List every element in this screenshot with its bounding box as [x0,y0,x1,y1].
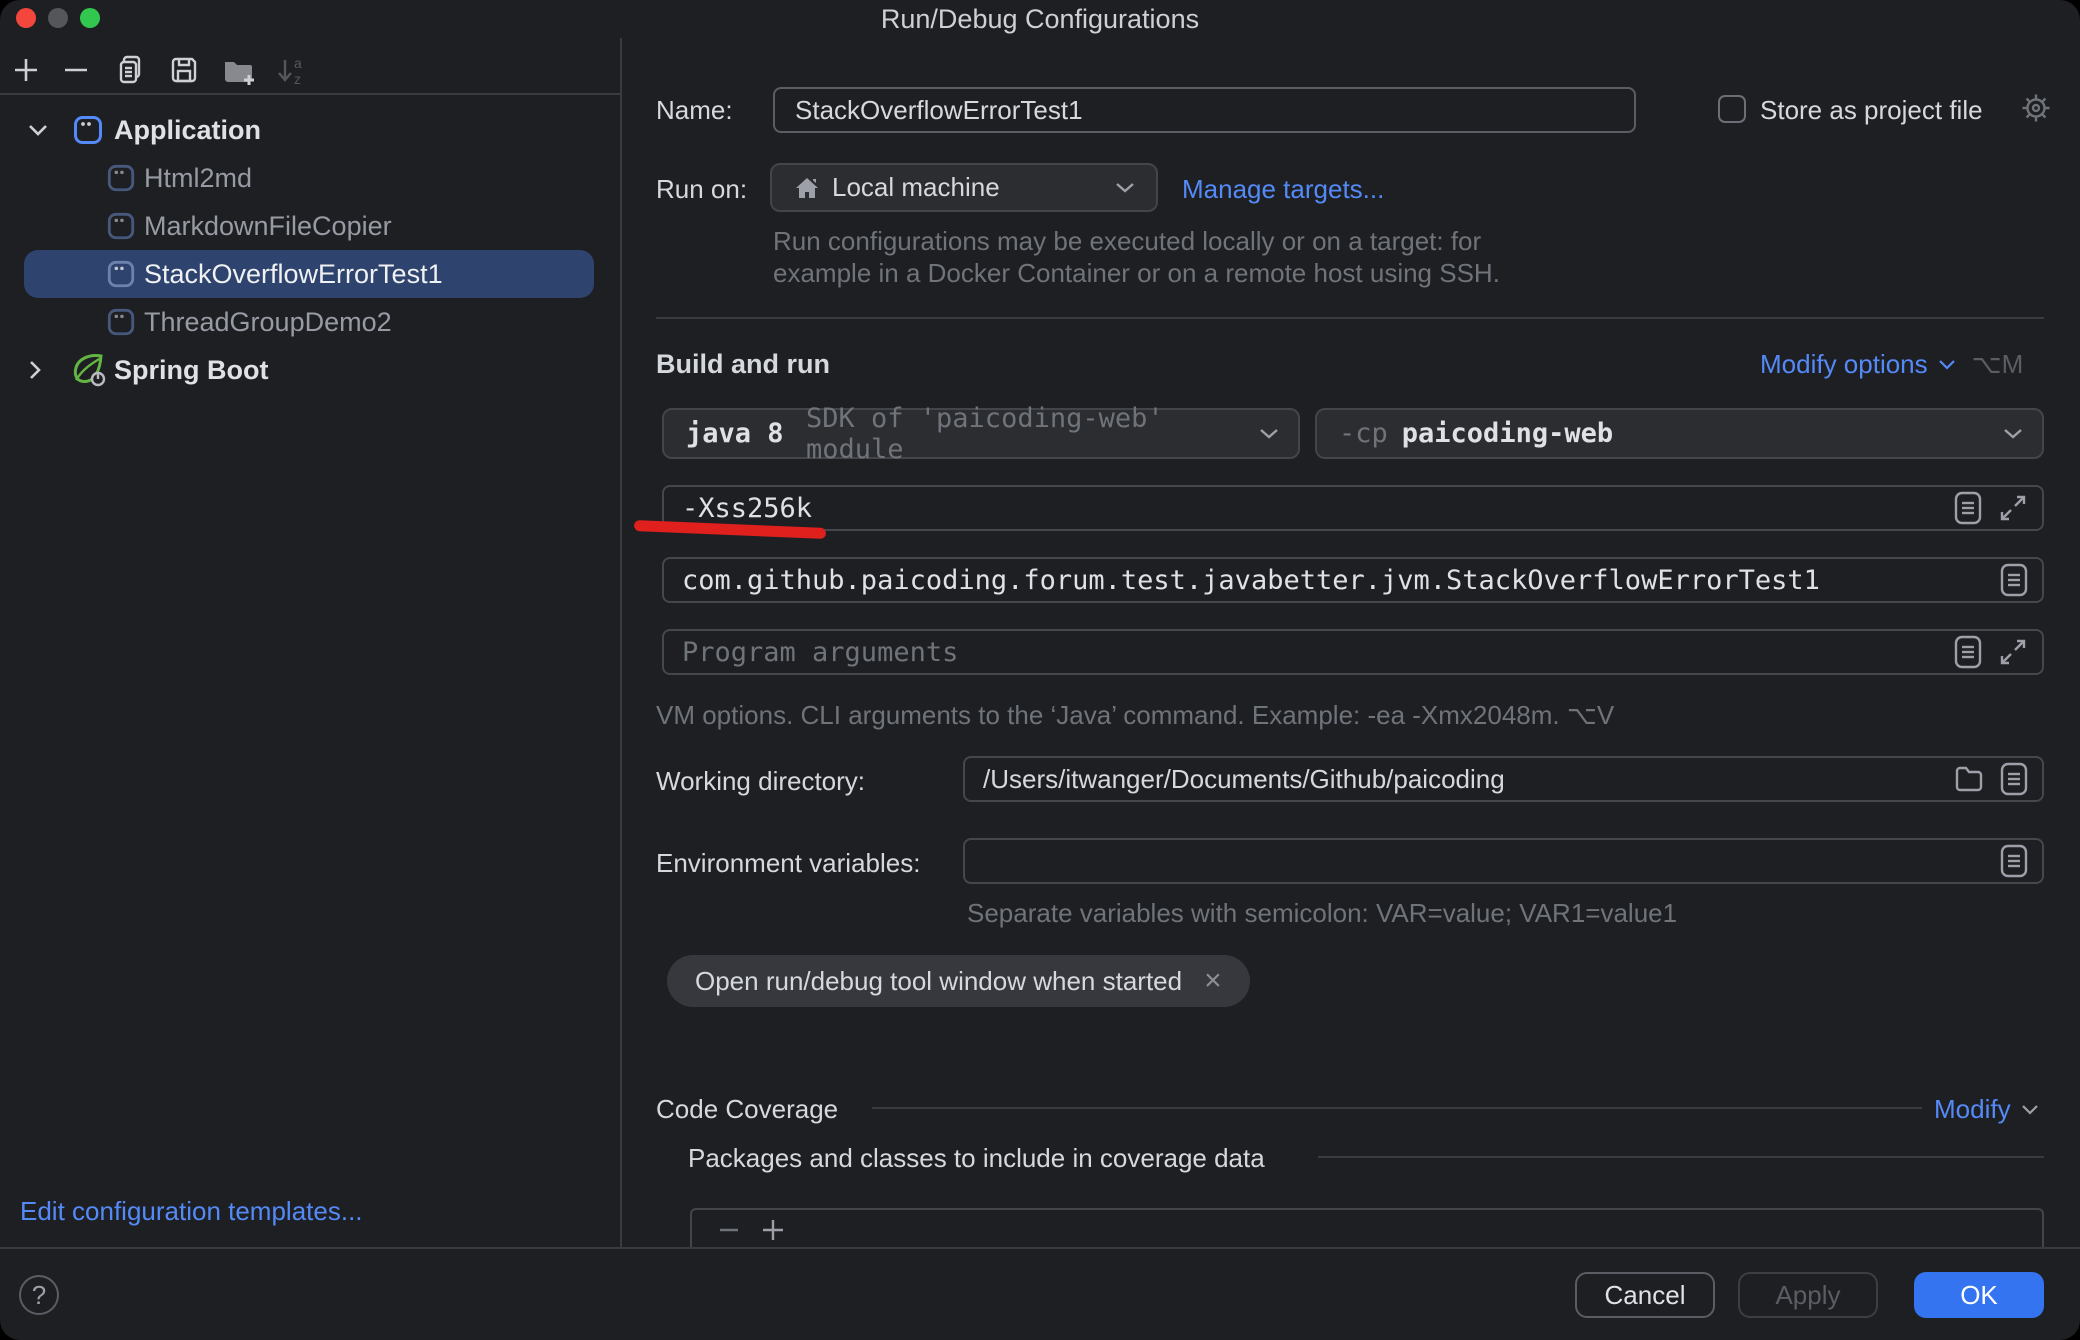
folder-icon[interactable] [1954,765,1984,793]
expand-list-icon[interactable] [1954,491,1982,525]
tree-item-label: ThreadGroupDemo2 [144,307,392,338]
jre-select[interactable]: java 8 SDK of 'paicoding-web' module [662,408,1300,459]
run-debug-configurations-dialog: Run/Debug Configurations a z [0,0,2080,1340]
run-on-select[interactable]: Local machine [770,163,1158,212]
environment-variables-input[interactable] [963,838,2044,884]
main-class-input[interactable]: com.github.paicoding.forum.test.javabett… [662,557,2044,603]
cancel-button[interactable]: Cancel [1575,1272,1715,1318]
open-run-debug-chip[interactable]: Open run/debug tool window when started … [667,955,1250,1007]
ok-button[interactable]: OK [1914,1272,2044,1318]
sidebar-divider [620,38,622,1247]
tree-item-stackoverflowerrortest1-selected[interactable]: StackOverflowErrorTest1 [24,250,594,298]
new-folder-icon[interactable] [222,54,256,86]
vm-options-hint: VM options. CLI arguments to the ‘Java’ … [656,700,1614,731]
program-arguments-input[interactable]: Program arguments [662,629,2044,675]
chip-label: Open run/debug tool window when started [695,966,1182,997]
name-input[interactable]: StackOverflowErrorTest1 [773,87,1636,133]
classpath-select[interactable]: -cp paicoding-web [1315,408,2044,459]
run-on-label: Run on: [656,174,747,205]
tree-item-label: Spring Boot [114,355,268,386]
tree-item-label: Html2md [144,163,252,194]
tree-item-label: StackOverflowErrorTest1 [144,259,443,290]
chevron-down-icon [1114,181,1136,194]
remove-pattern-icon[interactable] [716,1216,742,1242]
vm-options-value: -Xss256k [682,493,812,524]
chevron-right-icon[interactable] [28,358,42,382]
spring-boot-icon [70,353,106,387]
name-value: StackOverflowErrorTest1 [795,95,1083,126]
tree-item-html2md[interactable]: Html2md [0,154,620,202]
tree-item-spring-boot[interactable]: Spring Boot [0,346,620,394]
modify-options-dropdown[interactable]: Modify options ⌥M [1760,349,2023,380]
jre-note: SDK of 'paicoding-web' module [806,403,1258,465]
coverage-modify-label: Modify [1934,1094,2011,1125]
save-configuration-icon[interactable] [168,54,200,86]
expand-list-icon[interactable] [2000,762,2028,796]
edit-configuration-templates-link[interactable]: Edit configuration templates... [20,1196,363,1227]
apply-button[interactable]: Apply [1738,1272,1878,1318]
tree-item-label: Application [114,115,261,146]
section-separator [656,317,2044,319]
modify-options-label: Modify options [1760,349,1928,380]
store-as-project-file-checkbox[interactable] [1718,95,1746,123]
modify-options-shortcut: ⌥M [1972,349,2024,380]
chevron-down-icon [1258,427,1280,440]
close-icon[interactable]: × [1204,966,1222,996]
chevron-down-icon [2021,1104,2039,1115]
tree-item-markdownfilecopier[interactable]: MarkdownFileCopier [0,202,620,250]
program-arguments-placeholder: Program arguments [682,637,958,668]
run-config-icon [106,307,136,337]
expand-list-icon[interactable] [1954,635,1982,669]
vm-options-input[interactable]: -Xss256k [662,485,2044,531]
manage-targets-link[interactable]: Manage targets... [1182,174,1384,205]
expand-list-icon[interactable] [2000,844,2028,878]
coverage-packages-label: Packages and classes to include in cover… [688,1143,1265,1174]
working-directory-input[interactable]: /Users/itwanger/Documents/Github/paicodi… [963,756,2044,802]
expand-field-icon[interactable] [1998,493,2028,523]
environment-variables-label: Environment variables: [656,848,920,879]
main-class-value: com.github.paicoding.forum.test.javabett… [682,565,1820,596]
remove-configuration-icon[interactable] [60,54,92,86]
build-and-run-title: Build and run [656,349,830,380]
environment-variables-hint: Separate variables with semicolon: VAR=v… [967,898,1677,929]
svg-text:z: z [294,71,301,87]
store-as-project-file-label: Store as project file [1760,95,1983,126]
expand-field-icon[interactable] [1998,637,2028,667]
svg-text:a: a [294,55,302,71]
run-on-value: Local machine [832,172,1000,203]
coverage-packages-separator [1318,1156,2044,1158]
run-config-icon [106,259,136,289]
classpath-prefix: -cp [1339,418,1388,449]
classpath-value: paicoding-web [1402,418,1613,449]
add-configuration-icon[interactable] [10,54,42,86]
tree-item-application[interactable]: Application [0,106,620,154]
working-directory-value: /Users/itwanger/Documents/Github/paicodi… [983,764,1505,795]
sort-alphabetically-icon[interactable]: a z [274,54,308,88]
run-on-hint-line1: Run configurations may be executed local… [773,226,1481,257]
application-run-config-icon [72,114,104,146]
chevron-down-icon [2002,427,2024,440]
expand-list-icon[interactable] [2000,563,2028,597]
tree-item-label: MarkdownFileCopier [144,211,392,242]
run-on-hint-line2: example in a Docker Container or on a re… [773,258,1500,289]
code-coverage-separator [872,1107,1922,1109]
window-title: Run/Debug Configurations [0,4,2080,35]
help-button[interactable]: ? [19,1275,59,1315]
run-config-icon [106,211,136,241]
copy-configuration-icon[interactable] [115,54,147,86]
coverage-packages-panel [690,1208,2044,1247]
run-config-icon [106,163,136,193]
home-icon [794,176,820,200]
gear-icon[interactable] [2020,92,2052,124]
add-pattern-icon[interactable] [760,1216,786,1242]
working-directory-label: Working directory: [656,766,865,797]
sidebar-toolbar-separator [0,93,620,95]
tree-item-threadgroupdemo2[interactable]: ThreadGroupDemo2 [0,298,620,346]
footer-separator [0,1247,2080,1249]
chevron-down-icon [1938,359,1956,370]
coverage-modify-dropdown[interactable]: Modify [1934,1094,2039,1125]
code-coverage-title: Code Coverage [656,1094,838,1125]
chevron-down-icon[interactable] [26,123,50,137]
name-label: Name: [656,95,733,126]
